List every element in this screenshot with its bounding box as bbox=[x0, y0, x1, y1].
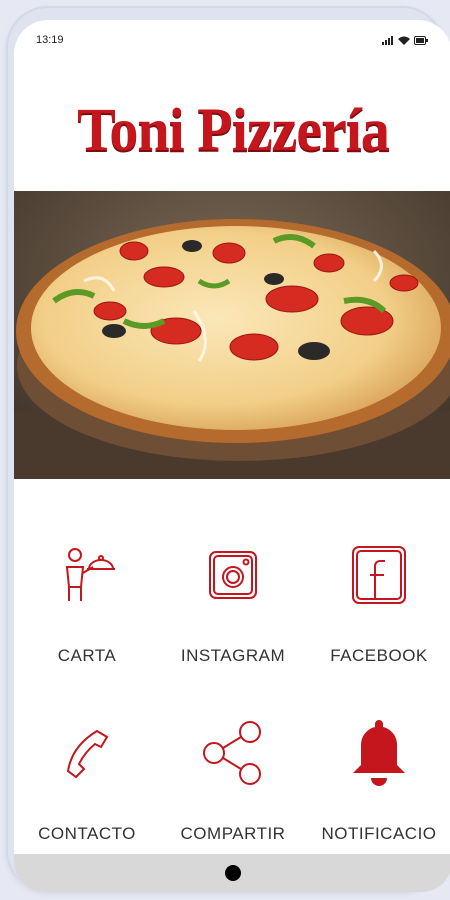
hero-image-pizza bbox=[14, 191, 450, 479]
status-bar: 13:19 bbox=[14, 20, 450, 60]
menu-item-label: CARTA bbox=[57, 646, 117, 665]
bell-icon bbox=[344, 718, 414, 788]
share-icon bbox=[198, 718, 268, 788]
menu-item-instagram[interactable]: INSTAGRAM bbox=[160, 540, 306, 690]
menu-item-facebook[interactable]: FACEBOOK bbox=[306, 540, 450, 690]
battery-icon bbox=[414, 35, 428, 45]
device-frame: 13:19 Toni Pizzería CARTA INSTAGRAM FACE… bbox=[6, 6, 450, 892]
system-nav-bar bbox=[14, 854, 450, 892]
app-screen: 13:19 Toni Pizzería CARTA INSTAGRAM FACE… bbox=[14, 20, 450, 892]
instagram-icon bbox=[198, 540, 268, 610]
menu-item-label: CONTACTO bbox=[38, 824, 136, 843]
pizza-photo bbox=[14, 191, 450, 479]
menu-item-label: COMPARTIR bbox=[180, 824, 286, 843]
menu-item-carta[interactable]: CARTA bbox=[14, 540, 160, 690]
menu-item-compartir[interactable]: COMPARTIR bbox=[160, 718, 306, 868]
status-time: 13:19 bbox=[36, 34, 64, 46]
signal-icon bbox=[382, 35, 393, 45]
phone-icon bbox=[52, 718, 122, 788]
facebook-icon bbox=[344, 540, 414, 610]
menu-item-label: FACEBOOK bbox=[330, 646, 428, 665]
home-button[interactable] bbox=[225, 865, 241, 881]
logo-text: Toni Pizzería bbox=[77, 94, 390, 164]
wifi-icon bbox=[398, 36, 410, 45]
menu-item-label: NOTIFICACIO bbox=[321, 824, 437, 843]
menu-item-notificaciones[interactable]: NOTIFICACIO bbox=[306, 718, 450, 868]
waiter-icon bbox=[52, 540, 122, 610]
brand-logo: Toni Pizzería bbox=[14, 64, 450, 194]
menu-item-contacto[interactable]: CONTACTO bbox=[14, 718, 160, 868]
menu-item-label: INSTAGRAM bbox=[180, 646, 286, 665]
